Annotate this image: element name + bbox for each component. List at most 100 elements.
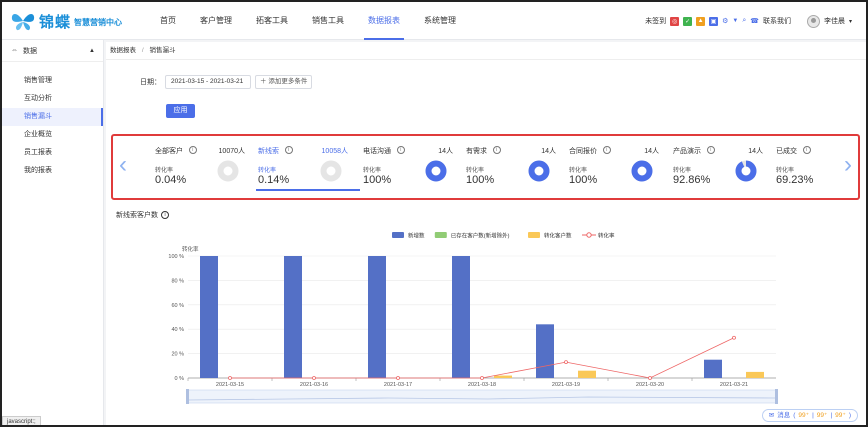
sidebar-item-5[interactable]: 我的报表 [2, 162, 103, 180]
zoom-handle-left [186, 389, 189, 404]
checkin-status[interactable]: 未签到 [645, 16, 666, 26]
stage-info-icon[interactable]: i [492, 146, 501, 154]
red-app-icon[interactable]: ◎ [670, 16, 680, 26]
main-menu: 首页 客户管理 拓客工具 销售工具 数据报表 系统管理 [148, 2, 468, 40]
bar-2[interactable] [746, 371, 764, 378]
conversion-ring-icon [735, 160, 757, 182]
user-avatar[interactable] [806, 14, 820, 28]
rate-label: 转化率 [258, 168, 277, 174]
line-point[interactable] [312, 376, 316, 380]
line-point[interactable] [564, 360, 568, 365]
nav-item-5[interactable]: 系统管理 [412, 2, 468, 40]
line-point[interactable] [648, 376, 652, 380]
funnel-stage-card[interactable]: 全部客户 i 10070人 转化率 0.04% [155, 143, 245, 193]
legend-item[interactable]: 新增数 [392, 232, 425, 240]
contact-us-link[interactable]: 联系我们 [763, 16, 791, 26]
line-point[interactable] [480, 376, 484, 380]
stage-rate: 92.86% [673, 174, 711, 186]
stage-name: 全部客户 [155, 148, 183, 155]
sidebar-section-header[interactable]: ⇔ 数据 ▲ [2, 40, 103, 62]
bar-0[interactable] [200, 256, 218, 378]
collapse-caret-icon[interactable]: ▲ [89, 48, 95, 54]
sidebar: ⇔ 数据 ▲ 销售管理 互动分析 销售漏斗 企业概览 员工报表 我的报表 javascri… [2, 40, 104, 425]
funnel-stage-card[interactable]: 有需求 i 14人 转化率 100% [466, 143, 556, 193]
butterfly-logo-icon [11, 14, 35, 31]
stage-info-icon[interactable]: i [284, 146, 293, 154]
filter-bar: 日期： 2021-03-15 - 2021-03-21 ＋ 添加更多条件 [140, 75, 313, 89]
data-zoom-slider[interactable] [186, 389, 778, 404]
x-tick-label: 2021-03-16 [300, 382, 328, 388]
brand-logo[interactable]: 锦蝶 智慧营销中心 [10, 9, 122, 33]
zoom-handle-right [775, 389, 778, 404]
nav-item-0[interactable]: 首页 [148, 2, 188, 40]
breadcrumb-root[interactable]: 数据报表 [110, 47, 136, 54]
x-tick-label: 2021-03-17 [384, 382, 412, 388]
nav-item-3[interactable]: 销售工具 [300, 2, 356, 40]
date-label: 日期： [140, 79, 161, 86]
sidebar-item-0[interactable]: 销售管理 [2, 72, 103, 90]
stage-rate: 0.04% [155, 174, 187, 186]
breadcrumb: 数据报表 / 销售漏斗 [106, 42, 866, 60]
stage-name: 已成交 [776, 148, 797, 155]
sidebar-item-2[interactable]: 销售漏斗 [2, 108, 103, 126]
sidebar-item-4[interactable]: 员工报表 [2, 144, 103, 162]
bar-2[interactable] [578, 370, 596, 378]
y-axis-label: 转化率 [182, 245, 199, 253]
funnel-stage-card[interactable]: 电话沟通 i 14人 转化率 100% [363, 143, 453, 193]
user-name[interactable]: 李佳晨 [824, 16, 845, 26]
stage-info-icon[interactable]: i [396, 146, 405, 154]
conversion-ring-icon [425, 160, 447, 182]
conversion-ring-icon [217, 160, 239, 182]
conversion-ring-icon [528, 160, 550, 182]
stage-rate: 100% [569, 174, 598, 186]
data-section-icon: ⇔ [11, 47, 18, 54]
legend-item[interactable]: 转化客户数 [528, 232, 572, 240]
stage-info-icon[interactable]: i [802, 146, 811, 154]
add-condition-button[interactable]: ＋ 添加更多条件 [255, 75, 313, 89]
bar-0[interactable] [284, 256, 302, 378]
nav-item-4[interactable]: 数据报表 [356, 2, 412, 40]
info-icon[interactable]: i [161, 211, 169, 219]
bar-0[interactable] [452, 256, 470, 378]
bar-0[interactable] [536, 324, 554, 378]
green-app-icon[interactable]: ✓ [683, 16, 693, 26]
main-content: 数据报表 / 销售漏斗 日期： 2021-03-15 - 2021-03-21 … [106, 42, 866, 425]
funnel-stage-card[interactable]: 合同报价 i 14人 转化率 100% [569, 143, 659, 193]
stage-info-icon[interactable]: i [706, 146, 715, 154]
settings-icon[interactable]: ⚙ [722, 17, 728, 25]
bar-0[interactable] [368, 256, 386, 378]
search-icon[interactable]: ⌕ [742, 17, 746, 25]
app-window: 锦蝶 智慧营销中心 首页 客户管理 拓客工具 销售工具 数据报表 系统管理 未签到 ◎ ✓… [0, 0, 868, 427]
line-point[interactable] [228, 376, 232, 380]
user-menu-chevron-icon[interactable]: ▾ [849, 18, 852, 25]
bar-0[interactable] [704, 359, 722, 378]
chevron-down-icon[interactable]: ▼ [732, 18, 738, 24]
funnel-stage-card[interactable]: 已成交 i 转化率 69.23% [776, 143, 846, 193]
legend-swatch [528, 232, 540, 238]
apply-button[interactable]: 应用 [166, 104, 195, 118]
funnel-stage-card[interactable]: 产品演示 i 14人 转化率 92.86% [673, 143, 763, 193]
conversion-ring-icon [320, 160, 342, 182]
sidebar-item-3[interactable]: 企业概览 [2, 126, 103, 144]
message-badge[interactable]: ✉ 消息 (99⁺ | 99⁺ | 99⁺) [761, 409, 858, 422]
stage-rate: 100% [363, 174, 392, 186]
line-point[interactable] [732, 335, 736, 340]
stage-count: 10070人 [218, 148, 245, 155]
orange-app-icon[interactable]: ▲ [696, 16, 706, 26]
legend-label: 转化率 [598, 232, 615, 240]
nav-item-1[interactable]: 客户管理 [188, 2, 244, 40]
legend-item[interactable]: 转化率 [582, 232, 615, 240]
blue-app-icon[interactable]: ▣ [709, 16, 719, 26]
x-tick-label: 2021-03-20 [636, 382, 664, 388]
stage-info-icon[interactable]: i [188, 146, 197, 154]
funnel-stage-card[interactable]: 新线索 i 10058人 转化率 0.14% [256, 143, 360, 193]
stage-info-icon[interactable]: i [602, 146, 611, 154]
legend-item[interactable]: 已存在客户数(新增除外) [434, 232, 510, 240]
nav-item-2[interactable]: 拓客工具 [244, 2, 300, 40]
line-point[interactable] [396, 376, 400, 380]
prev-arrow-icon[interactable]: ‹ [117, 150, 129, 180]
date-range-input[interactable]: 2021-03-15 - 2021-03-21 [165, 75, 251, 89]
sidebar-item-1[interactable]: 互动分析 [2, 90, 103, 108]
bar-2[interactable] [494, 375, 512, 378]
active-stage-underline [256, 189, 360, 191]
